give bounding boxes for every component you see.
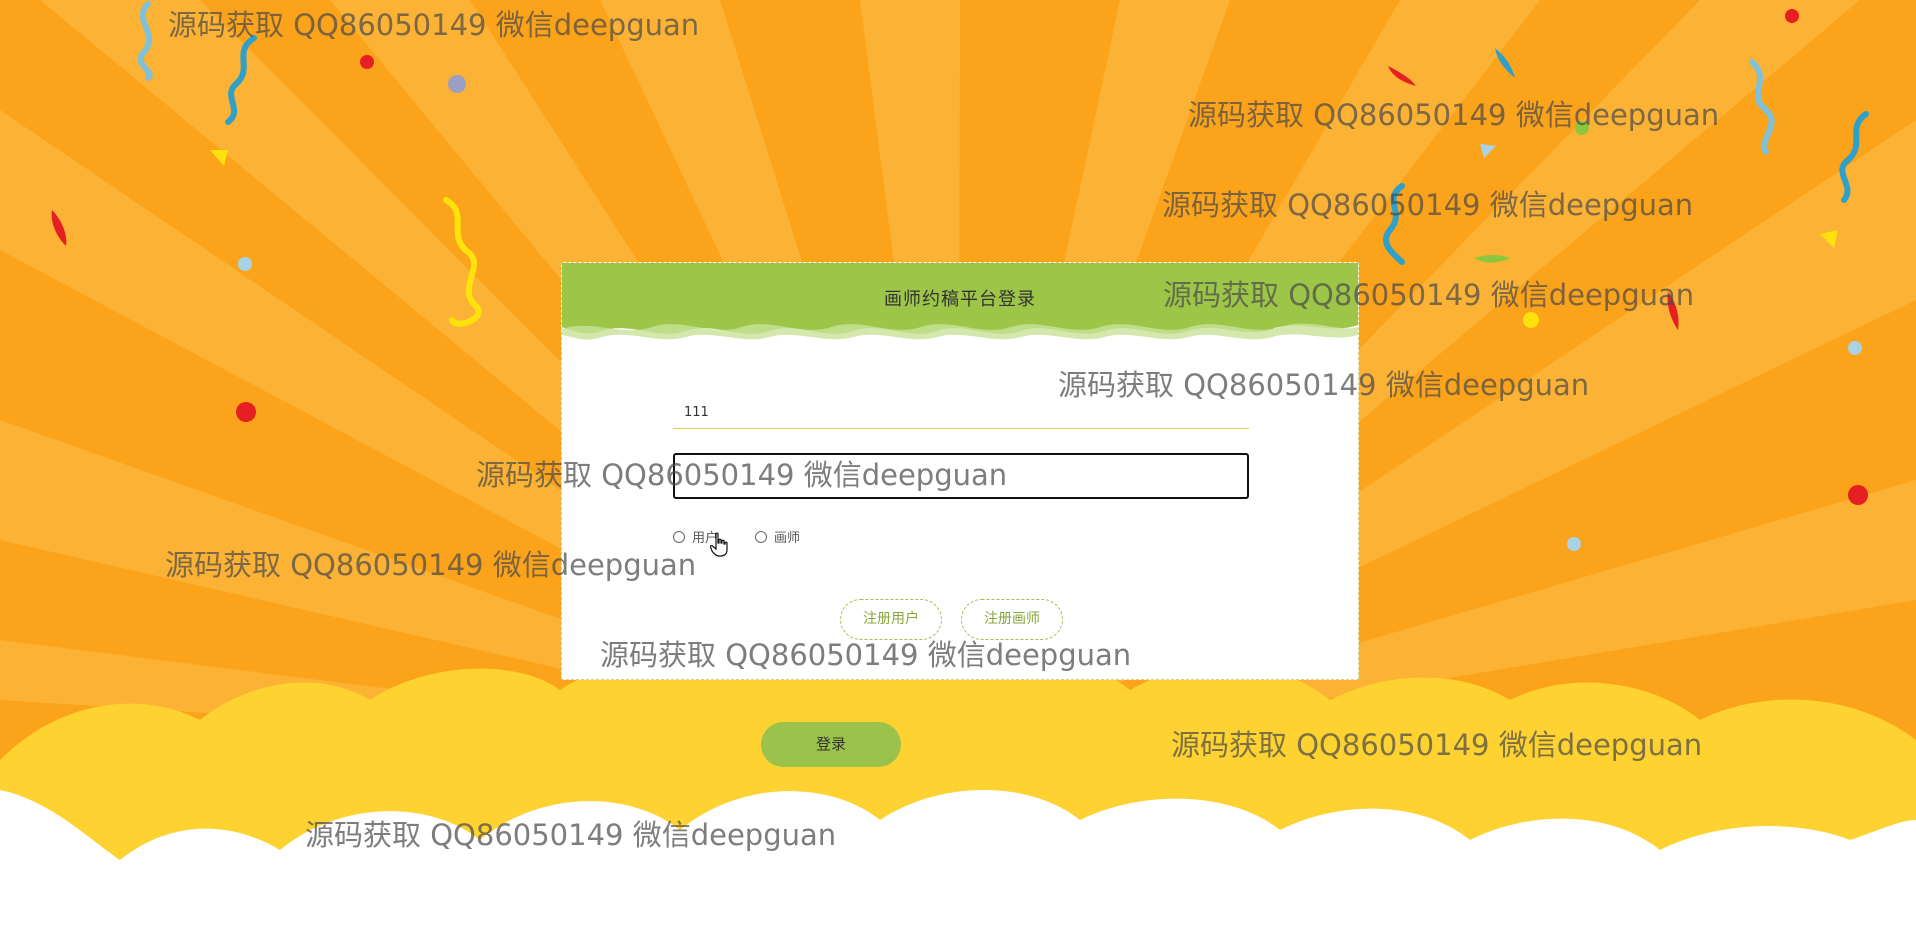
login-card: 画师约稿平台登录 用户 画师 注册用户 注册画师 xyxy=(561,262,1359,680)
username-input[interactable] xyxy=(673,397,1249,429)
role-user-radio[interactable] xyxy=(673,530,685,543)
role-artist-label: 画师 xyxy=(774,531,801,546)
register-artist-button[interactable]: 注册画师 xyxy=(961,599,1063,640)
password-input[interactable] xyxy=(673,453,1249,499)
card-title: 画师约稿平台登录 xyxy=(884,289,1036,310)
login-button[interactable]: 登录 xyxy=(761,722,901,767)
register-user-button[interactable]: 注册用户 xyxy=(840,599,942,640)
role-artist-option[interactable]: 画师 xyxy=(755,527,800,546)
hand-cursor-icon xyxy=(710,532,728,557)
role-artist-radio[interactable] xyxy=(755,530,767,543)
